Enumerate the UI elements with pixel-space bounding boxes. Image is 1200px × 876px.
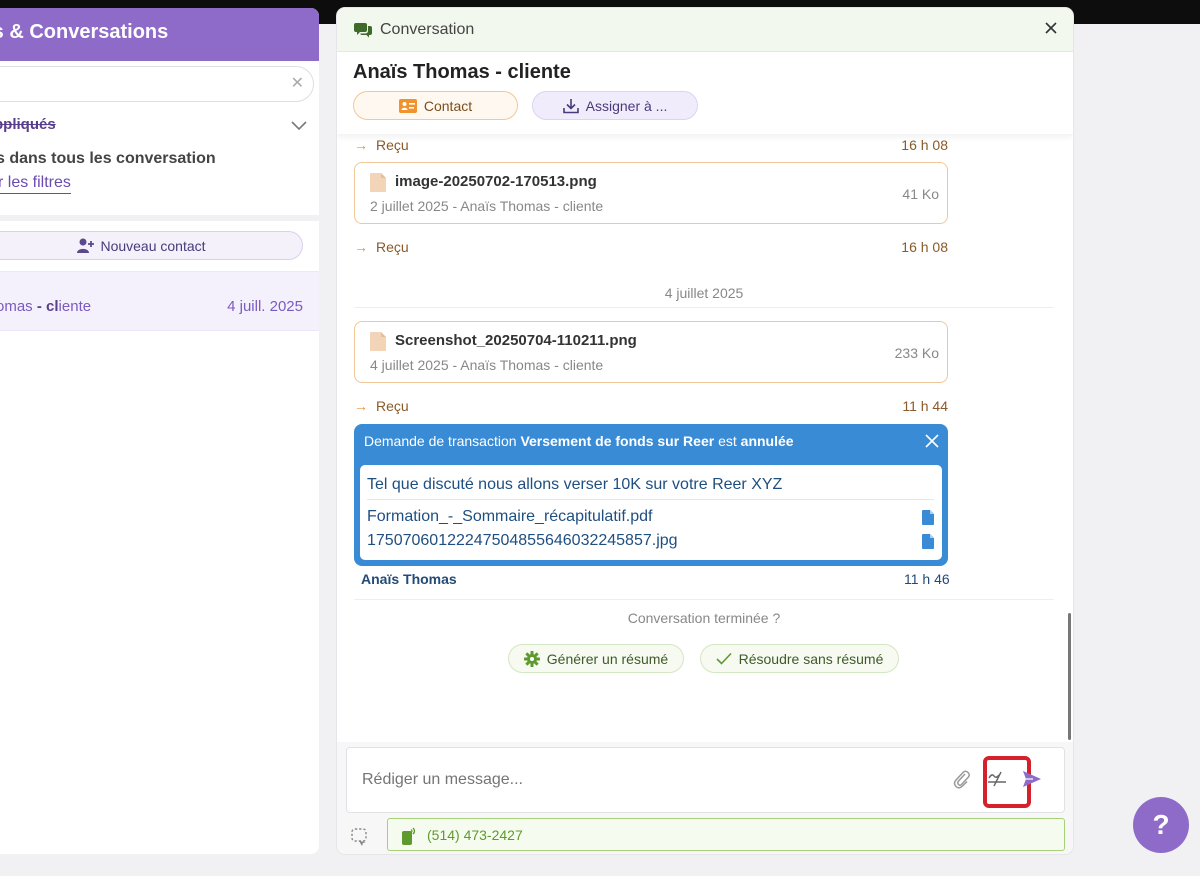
file-meta: 2 juillet 2025 - Anaïs Thomas - cliente — [370, 198, 604, 214]
file-icon — [370, 173, 386, 192]
file-meta: 4 juillet 2025 - Anaïs Thomas - cliente — [370, 357, 604, 373]
file-icon[interactable] — [922, 510, 934, 525]
contacts-panel-header: ts & Conversations — [0, 8, 319, 61]
file-size: 41 Ko — [902, 186, 939, 202]
assign-button-label: Assigner à ... — [585, 97, 668, 114]
transaction-file-link[interactable]: Formation_-_Sommaire_récapitulatif.pdf — [367, 508, 652, 526]
file-name: Screenshot_20250704-110211.png — [395, 332, 637, 349]
received-arrow-icon: → — [354, 137, 368, 153]
applied-filters-title: ppliqués — [0, 116, 56, 133]
id-card-icon — [398, 98, 417, 113]
transaction-sender: Anaïs Thomas — [361, 571, 457, 587]
contact-list-item[interactable]: omas - cliente 4 juill. 2025 — [0, 271, 319, 331]
phone-number: (514) 473-2427 — [427, 827, 523, 843]
download-icon — [562, 98, 579, 113]
received-arrow-icon: → — [354, 239, 368, 255]
date-separator-line — [354, 307, 1054, 308]
date-separator: 4 juillet 2025 — [664, 285, 744, 301]
check-icon — [716, 652, 732, 665]
new-contact-label: Nouveau contact — [100, 237, 206, 254]
add-user-icon — [77, 238, 95, 253]
conversation-header: Anaïs Thomas - cliente Contact Assigner … — [337, 52, 1073, 134]
message-status: → Reçu 11 h 44 — [354, 398, 948, 414]
file-name: image-20250702-170513.png — [395, 173, 597, 190]
paperclip-icon[interactable] — [953, 769, 971, 789]
help-button[interactable]: ? — [1133, 797, 1189, 853]
received-arrow-icon: → — [354, 398, 368, 414]
transaction-file-link[interactable]: 17507060122247504855646032245857.jpg — [367, 532, 678, 550]
compose-box — [346, 747, 1065, 813]
conversation-title-label: Conversation — [380, 20, 475, 38]
file-attachment-card[interactable]: Screenshot_20250704-110211.png 4 juillet… — [354, 321, 948, 383]
clear-search-icon[interactable]: ✕ — [291, 75, 304, 93]
contact-button[interactable]: Contact — [353, 91, 518, 120]
message-composer: (514) 473-2427 — [337, 742, 1073, 854]
file-icon — [370, 332, 386, 351]
chevron-down-icon[interactable] — [290, 118, 308, 132]
assign-button[interactable]: Assigner à ... — [532, 91, 698, 120]
transaction-heading: Demande de transaction Versement de fond… — [364, 433, 794, 449]
contacts-search-input[interactable]: ✕ — [0, 66, 314, 102]
message-input[interactable] — [362, 771, 922, 789]
message-status: → Reçu 16 h 08 — [354, 137, 948, 153]
transaction-time: 11 h 46 — [904, 571, 950, 587]
filter-info-text: s dans tous les conversation — [0, 150, 216, 167]
contact-button-label: Contact — [423, 97, 473, 114]
transaction-body: Tel que discuté nous allons verser 10K s… — [360, 465, 942, 560]
transaction-description: Tel que discuté nous allons verser 10K s… — [367, 476, 783, 493]
divider — [354, 599, 1054, 600]
generate-summary-label: Générer un résumé — [546, 650, 669, 667]
gear-icon — [523, 650, 540, 667]
send-icon[interactable] — [1023, 771, 1041, 787]
selection-icon[interactable] — [350, 827, 370, 847]
view-filters-link[interactable]: r les filtres — [0, 174, 71, 194]
new-contact-button[interactable]: Nouveau contact — [0, 231, 303, 260]
conversation-panel: Conversation Anaïs Thomas - cliente Cont… — [337, 8, 1073, 854]
transaction-card: Demande de transaction Versement de fond… — [354, 424, 948, 566]
generate-summary-button[interactable]: Générer un résumé — [508, 644, 684, 673]
contacts-panel: ts & Conversations ✕ ppliqués s dans tou… — [0, 8, 319, 854]
message-list[interactable]: → Reçu 16 h 08 image-20250702-170513.png … — [337, 134, 1073, 742]
file-attachment-card[interactable]: image-20250702-170513.png 2 juillet 2025… — [354, 162, 948, 224]
scrollbar[interactable] — [1068, 613, 1071, 740]
conversation-ended-question: Conversation terminée ? — [627, 610, 781, 626]
file-icon[interactable] — [922, 534, 934, 549]
divider — [0, 215, 319, 221]
resolve-without-summary-label: Résoudre sans résumé — [738, 650, 884, 667]
phone-icon — [402, 827, 416, 845]
phone-channel-field[interactable]: (514) 473-2427 — [387, 818, 1065, 851]
conversation-titlebar: Conversation — [337, 8, 1073, 52]
close-icon[interactable] — [925, 434, 939, 448]
file-size: 233 Ko — [894, 345, 939, 361]
contact-title: Anaïs Thomas - cliente — [353, 61, 571, 83]
contact-list-date: 4 juill. 2025 — [227, 298, 303, 315]
close-icon[interactable] — [1043, 20, 1059, 36]
chat-bubbles-icon — [354, 22, 372, 37]
contact-list-name: omas - cliente — [0, 298, 92, 315]
message-status: → Reçu 16 h 08 — [354, 239, 948, 255]
resolve-without-summary-button[interactable]: Résoudre sans résumé — [700, 644, 899, 673]
divider — [367, 499, 934, 500]
contacts-panel-title: ts & Conversations — [0, 21, 169, 43]
